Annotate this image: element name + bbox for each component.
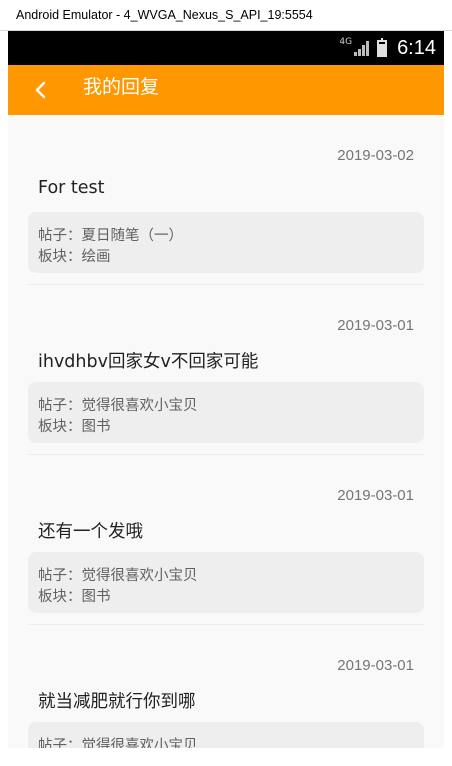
post-label: 帖子：: [38, 568, 82, 584]
post-label: 帖子：: [38, 738, 82, 748]
status-icons: 4G 6:14: [339, 31, 436, 65]
board-name: 图书: [81, 419, 111, 435]
board-line: 板块：绘画: [38, 245, 111, 266]
battery-icon: [377, 37, 388, 57]
window-frame-left: [0, 31, 8, 766]
window-frame-right: [444, 31, 452, 766]
window-frame-bottom: [0, 748, 452, 766]
reply-list[interactable]: 2019-03-02 For test 帖子：夏日随笔（一） 板块：绘画 201…: [8, 115, 444, 748]
reply-item[interactable]: 2019-03-01 就当减肥就行你到哪 帖子：觉得很喜欢小宝贝: [28, 625, 424, 748]
post-reference-card[interactable]: 帖子：觉得很喜欢小宝贝 板块：图书: [28, 552, 424, 613]
reply-text: For test: [38, 178, 105, 198]
reply-date: 2019-03-01: [337, 317, 414, 334]
status-clock: 6:14: [397, 36, 436, 59]
reply-text: ihvdhbv回家女v不回家可能: [38, 352, 259, 372]
board-name: 绘画: [81, 249, 111, 265]
post-title: 觉得很喜欢小宝贝: [81, 738, 198, 748]
window-title-bar: Android Emulator - 4_WVGA_Nexus_S_API_19…: [0, 0, 452, 31]
post-line: 帖子：觉得很喜欢小宝贝: [38, 734, 198, 748]
reply-item[interactable]: 2019-03-02 For test 帖子：夏日随笔（一） 板块：绘画: [28, 115, 424, 285]
reply-date: 2019-03-02: [337, 147, 414, 164]
app-bar: 我的回复: [8, 65, 444, 115]
board-label: 板块：: [38, 589, 82, 605]
reply-item[interactable]: 2019-03-01 ihvdhbv回家女v不回家可能 帖子：觉得很喜欢小宝贝 …: [28, 285, 424, 455]
page-title: 我的回复: [83, 76, 160, 98]
post-line: 帖子：觉得很喜欢小宝贝: [38, 564, 198, 585]
board-line: 板块：图书: [38, 415, 111, 436]
post-line: 帖子：夏日随笔（一）: [38, 224, 183, 245]
post-label: 帖子：: [38, 228, 82, 244]
board-name: 图书: [81, 589, 111, 605]
post-title: 觉得很喜欢小宝贝: [81, 568, 198, 584]
reply-date: 2019-03-01: [337, 657, 414, 674]
post-reference-card[interactable]: 帖子：夏日随笔（一） 板块：绘画: [28, 212, 424, 273]
board-label: 板块：: [38, 249, 82, 265]
post-reference-card[interactable]: 帖子：觉得很喜欢小宝贝 板块：图书: [28, 382, 424, 443]
reply-date: 2019-03-01: [337, 487, 414, 504]
status-bar: 4G 6:14: [8, 31, 444, 65]
post-title: 夏日随笔（一）: [81, 228, 184, 244]
post-line: 帖子：觉得很喜欢小宝贝: [38, 394, 198, 415]
window-title: Android Emulator - 4_WVGA_Nexus_S_API_19…: [16, 8, 313, 22]
network-type-label: 4G: [339, 37, 353, 47]
post-reference-card[interactable]: 帖子：觉得很喜欢小宝贝: [28, 722, 424, 748]
post-title: 觉得很喜欢小宝贝: [81, 398, 198, 414]
reply-text: 就当减肥就行你到哪: [38, 692, 196, 712]
reply-text: 还有一个发哦: [38, 522, 143, 542]
reply-item[interactable]: 2019-03-01 还有一个发哦 帖子：觉得很喜欢小宝贝 板块：图书: [28, 455, 424, 625]
signal-strength-icon: [354, 40, 370, 56]
back-arrow-icon[interactable]: [28, 77, 54, 103]
post-label: 帖子：: [38, 398, 82, 414]
board-line: 板块：图书: [38, 585, 111, 606]
board-label: 板块：: [38, 419, 82, 435]
